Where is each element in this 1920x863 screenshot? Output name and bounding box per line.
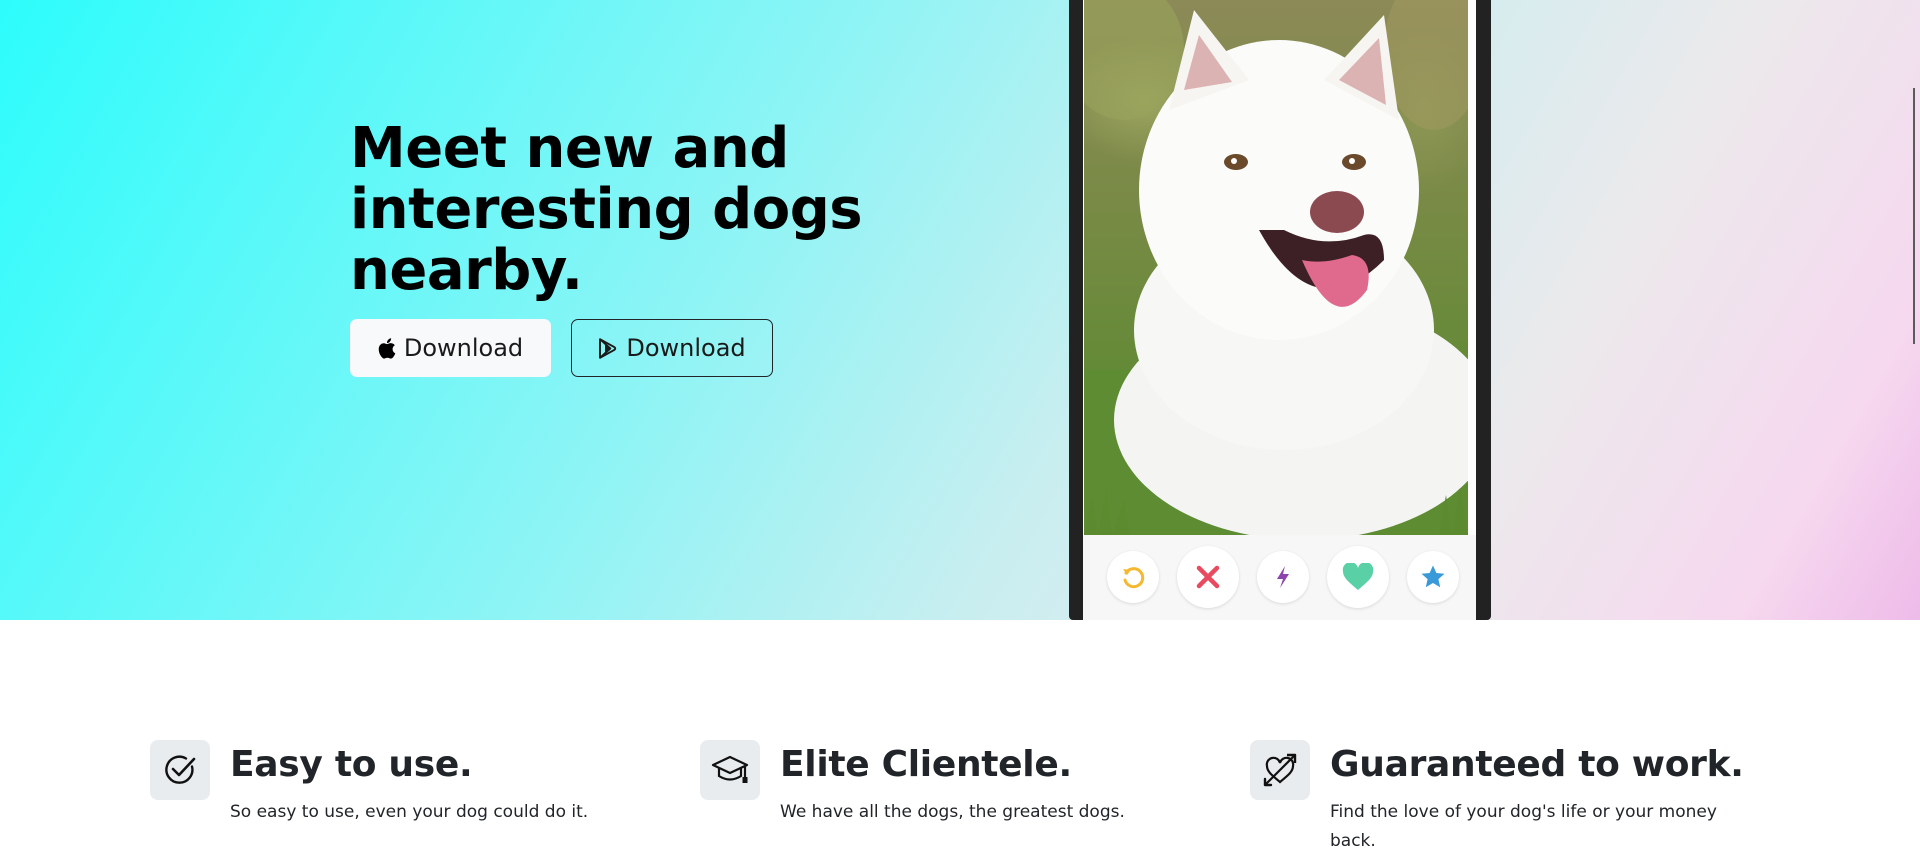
boost-button[interactable] xyxy=(1257,551,1309,603)
superlike-icon xyxy=(1421,565,1445,588)
dislike-icon xyxy=(1196,565,1220,589)
phone-mockup xyxy=(1069,0,1491,620)
rewind-icon xyxy=(1123,567,1145,589)
app-store-download-label: Download xyxy=(403,334,524,362)
like-icon xyxy=(1342,563,1374,590)
scrollbar-thumb[interactable] xyxy=(1913,88,1915,344)
feature-title: Easy to use. xyxy=(230,744,473,785)
feature-title: Guaranteed to work. xyxy=(1330,744,1744,785)
rewind-button[interactable] xyxy=(1107,551,1159,603)
feature-description: Find the love of your dog's life or your… xyxy=(1330,802,1717,851)
like-button[interactable] xyxy=(1327,546,1389,608)
feature-icon-box xyxy=(1250,740,1310,800)
check-circle-icon xyxy=(165,755,196,784)
boost-icon xyxy=(1277,566,1289,588)
feature-icon-box xyxy=(150,740,210,800)
feature-description: We have all the dogs, the greatest dogs. xyxy=(780,802,1125,822)
hero-title: Meet new and interesting dogs nearby. xyxy=(350,116,863,303)
google-play-icon xyxy=(598,337,618,359)
feature-title: Elite Clientele. xyxy=(780,744,1072,785)
google-play-download-button[interactable]: Download xyxy=(571,319,773,377)
dislike-button[interactable] xyxy=(1177,546,1239,608)
phone-screen xyxy=(1083,0,1476,620)
feature-icon-box xyxy=(700,740,760,800)
mortarboard-icon xyxy=(711,755,749,783)
swipe-actions-bar xyxy=(1083,535,1476,620)
heart-arrow-icon xyxy=(1263,753,1297,787)
apple-icon xyxy=(378,337,396,359)
app-store-download-button[interactable]: Download xyxy=(350,319,551,377)
google-play-download-label: Download xyxy=(626,334,746,362)
superlike-button[interactable] xyxy=(1407,551,1459,603)
dog-photo xyxy=(1084,0,1468,535)
hero-section: Meet new and interesting dogs nearby. Do… xyxy=(0,0,1920,620)
feature-description: So easy to use, even your dog could do i… xyxy=(230,802,589,822)
